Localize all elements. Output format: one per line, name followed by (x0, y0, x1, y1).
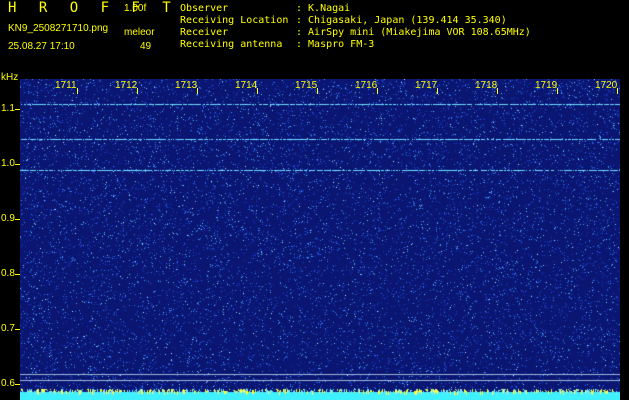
x-tick-label: 1716 (355, 80, 378, 91)
x-tick-mark (77, 88, 78, 94)
count-label: 49 (140, 41, 152, 52)
x-tick-label: 1711 (55, 80, 77, 91)
x-tick-label: 1717 (415, 80, 438, 91)
x-tick-mark (437, 88, 438, 94)
y-tick-mark (15, 218, 20, 220)
x-tick-label: 1712 (115, 80, 138, 91)
spectrogram-canvas[interactable] (20, 79, 620, 400)
info-antenna: Receiving antenna: Maspro FM-3 (180, 39, 375, 50)
x-tick-label: 1715 (295, 80, 318, 91)
y-tick-label: 0.9 (1, 212, 15, 224)
info-receiver: Receiver: AirSpy mini (Miakejima VOR 108… (180, 27, 531, 38)
x-tick-label: 1720 (595, 80, 618, 91)
x-tick-mark (497, 88, 498, 94)
info-observer: Observer: K.Nagai (180, 3, 351, 14)
y-tick-mark (15, 273, 20, 275)
y-tick-mark (15, 109, 20, 111)
y-tick-mark (15, 328, 20, 330)
x-tick-mark (257, 88, 258, 94)
filename-label: KN9_2508271710.png (8, 23, 109, 34)
y-tick-label: 1.0 (1, 158, 15, 170)
app-title: H R O F F T (8, 0, 178, 16)
y-tick-label: 0.8 (1, 267, 15, 279)
mode-tag: meleor (124, 27, 155, 38)
x-tick-label: 1714 (235, 80, 258, 91)
x-tick-label: 1713 (175, 80, 198, 91)
x-tick-mark (137, 88, 138, 94)
x-tick-mark (377, 88, 378, 94)
x-tick-label: 1718 (475, 80, 498, 91)
y-tick-label: 0.7 (1, 322, 15, 334)
x-tick-label: 1719 (535, 80, 558, 91)
header-panel: H R O F F T 1.00f KN9_2508271710.png mel… (0, 0, 629, 74)
x-tick-mark (197, 88, 198, 94)
y-tick-mark (15, 164, 20, 166)
right-frame (620, 79, 629, 400)
x-tick-mark (617, 88, 618, 94)
y-tick-label: 1.1 (1, 103, 15, 115)
y-axis-unit: kHz (1, 72, 19, 83)
y-tick-label: 0.6 (1, 377, 15, 389)
version-label: 1.00f (124, 3, 147, 14)
x-tick-mark (557, 88, 558, 94)
x-tick-mark (317, 88, 318, 94)
y-tick-mark (15, 383, 20, 385)
timestamp-label: 25.08.27 17:10 (8, 41, 75, 52)
info-location: Receiving Location: Chigasaki, Japan (13… (180, 15, 507, 26)
